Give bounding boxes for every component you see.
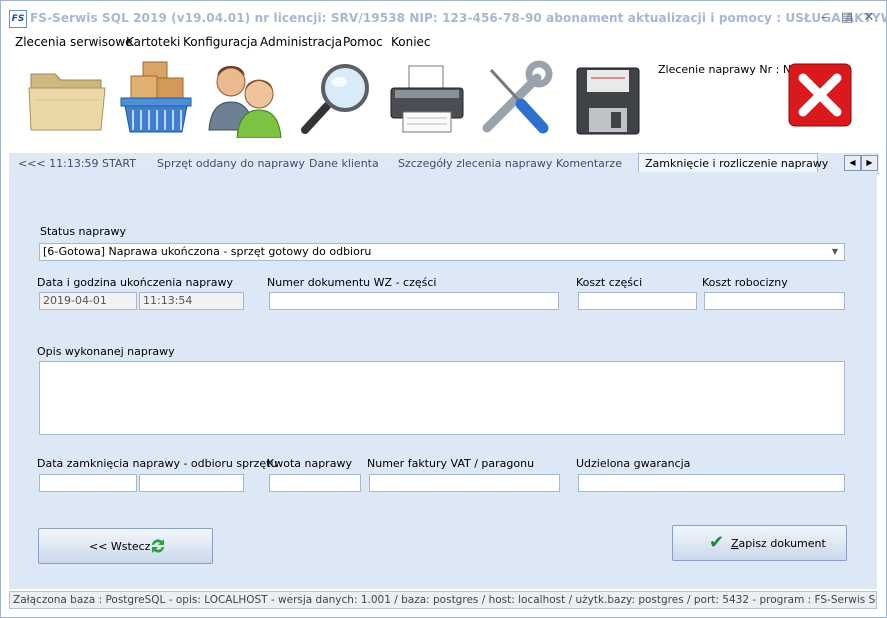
completion-datetime-label: Data i godzina ukończenia naprawy (37, 276, 234, 289)
warranty-field[interactable] (578, 474, 845, 492)
save-document-label: Zapisz dokument (731, 537, 826, 550)
labor-cost-field[interactable] (704, 292, 845, 310)
menu-zlecenia[interactable]: Zlecenia serwisowe (15, 35, 133, 49)
chevron-down-icon: ▼ (831, 247, 838, 256)
description-textarea[interactable] (39, 361, 845, 435)
status-bar: Załączona baza : PostgreSQL - opis: LOCA… (9, 591, 877, 609)
completion-date-field[interactable]: 2019-04-01 (39, 292, 137, 310)
save-label-rest: apisz dokument (738, 537, 826, 550)
status-label: Status naprawy (40, 225, 127, 238)
refresh-icon (152, 539, 164, 553)
close-date-label: Data zamknięcia naprawy - odbioru sprzęt… (37, 457, 278, 470)
parts-cost-field[interactable] (578, 292, 697, 310)
folder-icon[interactable] (27, 60, 107, 138)
completion-time-field[interactable]: 11:13:54 (139, 292, 244, 310)
amount-label: Kwota naprawy (267, 457, 352, 470)
tab-sprzet[interactable]: Sprzęt oddany do naprawy (157, 157, 305, 170)
title-bar: FS FS-Serwis SQL 2019 (v19.04.01) nr lic… (1, 1, 887, 35)
close-date-field[interactable] (39, 474, 137, 492)
status-value: [6-Gotowa] Naprawa ukończona - sprzęt go… (43, 245, 372, 258)
status-select[interactable]: [6-Gotowa] Naprawa ukończona - sprzęt go… (39, 243, 845, 261)
minimize-icon[interactable]: – (816, 9, 832, 27)
menu-konfiguracja[interactable]: Konfiguracja (183, 35, 258, 49)
toolbar: Zlecenie naprawy Nr : NA/1/2018 (9, 53, 879, 149)
invoice-label: Numer faktury VAT / paragonu (367, 457, 535, 470)
app-window: FS FS-Serwis SQL 2019 (v19.04.01) nr lic… (0, 0, 887, 618)
printer-icon[interactable] (387, 60, 467, 138)
app-icon: FS (9, 10, 27, 28)
amount-field[interactable] (269, 474, 361, 492)
wz-doc-field[interactable] (269, 292, 559, 310)
menu-pomoc[interactable]: Pomoc (343, 35, 383, 49)
checkmark-icon: ✔ (709, 532, 725, 553)
tab-dane-klienta[interactable]: Dane klienta (309, 157, 379, 170)
tab-zamkniecie[interactable]: Zamknięcie i rozliczenie naprawy (638, 153, 828, 172)
menu-koniec[interactable]: Koniec (391, 35, 431, 49)
save-document-button[interactable]: ✔ Zapisz dokument (672, 525, 847, 561)
description-label: Opis wykonanej naprawy (37, 345, 175, 358)
maximize-icon[interactable]: ▤ (839, 9, 855, 27)
close-time-field[interactable] (139, 474, 244, 492)
tab-scroll-left-icon[interactable]: ◀ (844, 155, 861, 171)
back-button[interactable]: << Wstecz (38, 528, 213, 564)
tab-scroll-right-icon[interactable]: ▶ (861, 155, 878, 171)
basket-icon[interactable] (117, 60, 197, 138)
window-title: FS-Serwis SQL 2019 (v19.04.01) nr licenc… (30, 11, 887, 25)
search-icon[interactable] (297, 60, 377, 138)
users-icon[interactable] (207, 60, 287, 139)
tab-szczegoly[interactable]: Szczegóły zlecenia naprawy (398, 157, 552, 170)
close-icon[interactable] (785, 60, 855, 138)
form-panel: Status naprawy [6-Gotowa] Naprawa ukończ… (9, 173, 877, 589)
labor-cost-label: Koszt robocizny (702, 276, 788, 289)
tab-start[interactable]: <<< 11:13:59 START (18, 157, 136, 170)
back-button-label: << Wstecz (89, 540, 151, 553)
tab-strip: <<< 11:13:59 START Sprzęt oddany do napr… (9, 153, 879, 174)
save-accelerator-letter: Z (731, 537, 739, 550)
save-icon[interactable] (567, 60, 647, 138)
warranty-label: Udzielona gwarancja (576, 457, 691, 470)
invoice-field[interactable] (369, 474, 560, 492)
tab-komentarze[interactable]: Komentarze (556, 157, 622, 170)
menu-kartoteki[interactable]: Kartoteki (126, 35, 180, 49)
parts-cost-label: Koszt części (576, 276, 643, 289)
menu-administracja[interactable]: Administracja (260, 35, 342, 49)
wz-doc-label: Numer dokumentu WZ - części (267, 276, 437, 289)
close-window-icon[interactable]: ✕ (861, 9, 877, 27)
tools-icon[interactable] (477, 60, 557, 138)
